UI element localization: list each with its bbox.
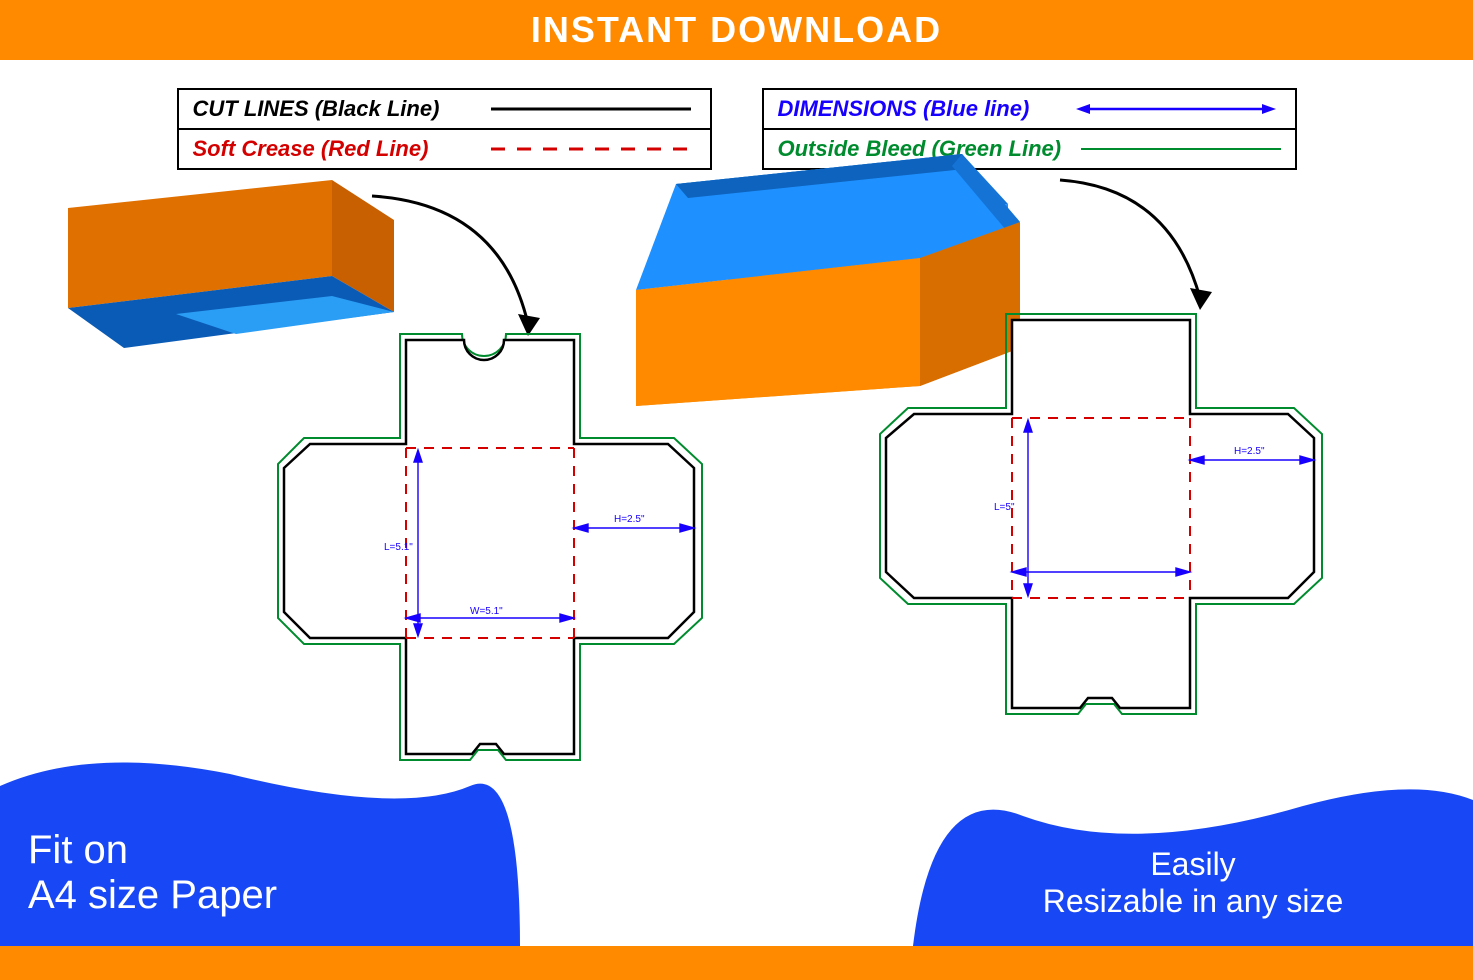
dieline-base: L=5" H=2.5" [870,310,1330,755]
footer-left-line1: Fit on [28,828,520,873]
dieline-lid: L=5.1" W=5.1" H=2.5" [270,330,710,775]
legend-sample-dim [1071,102,1281,116]
footer-right-line2: Resizable in any size [1043,883,1344,920]
dim-l2: L=5" [994,502,1015,513]
legend-label-dim: DIMENSIONS (Blue line) [778,96,1051,122]
dim-h2: H=2.5" [1234,446,1265,457]
banner-title: INSTANT DOWNLOAD [531,9,942,51]
legend-label-cut: CUT LINES (Black Line) [193,96,466,122]
bottom-banner [0,946,1473,980]
legend-row-cut: CUT LINES (Black Line) [179,90,710,128]
dim-l: L=5.1" [384,542,413,553]
footer-right-line1: Easily [1150,846,1235,883]
legend-label-crease: Soft Crease (Red Line) [193,136,466,162]
legend-sample-bleed [1081,146,1281,152]
footer-left-line2: A4 size Paper [28,873,520,918]
legend-row-dim: DIMENSIONS (Blue line) [764,90,1295,128]
legend-sample-cut [486,106,696,112]
dim-h: H=2.5" [614,514,645,525]
top-banner: INSTANT DOWNLOAD [0,0,1473,60]
dim-w: W=5.1" [470,606,503,617]
